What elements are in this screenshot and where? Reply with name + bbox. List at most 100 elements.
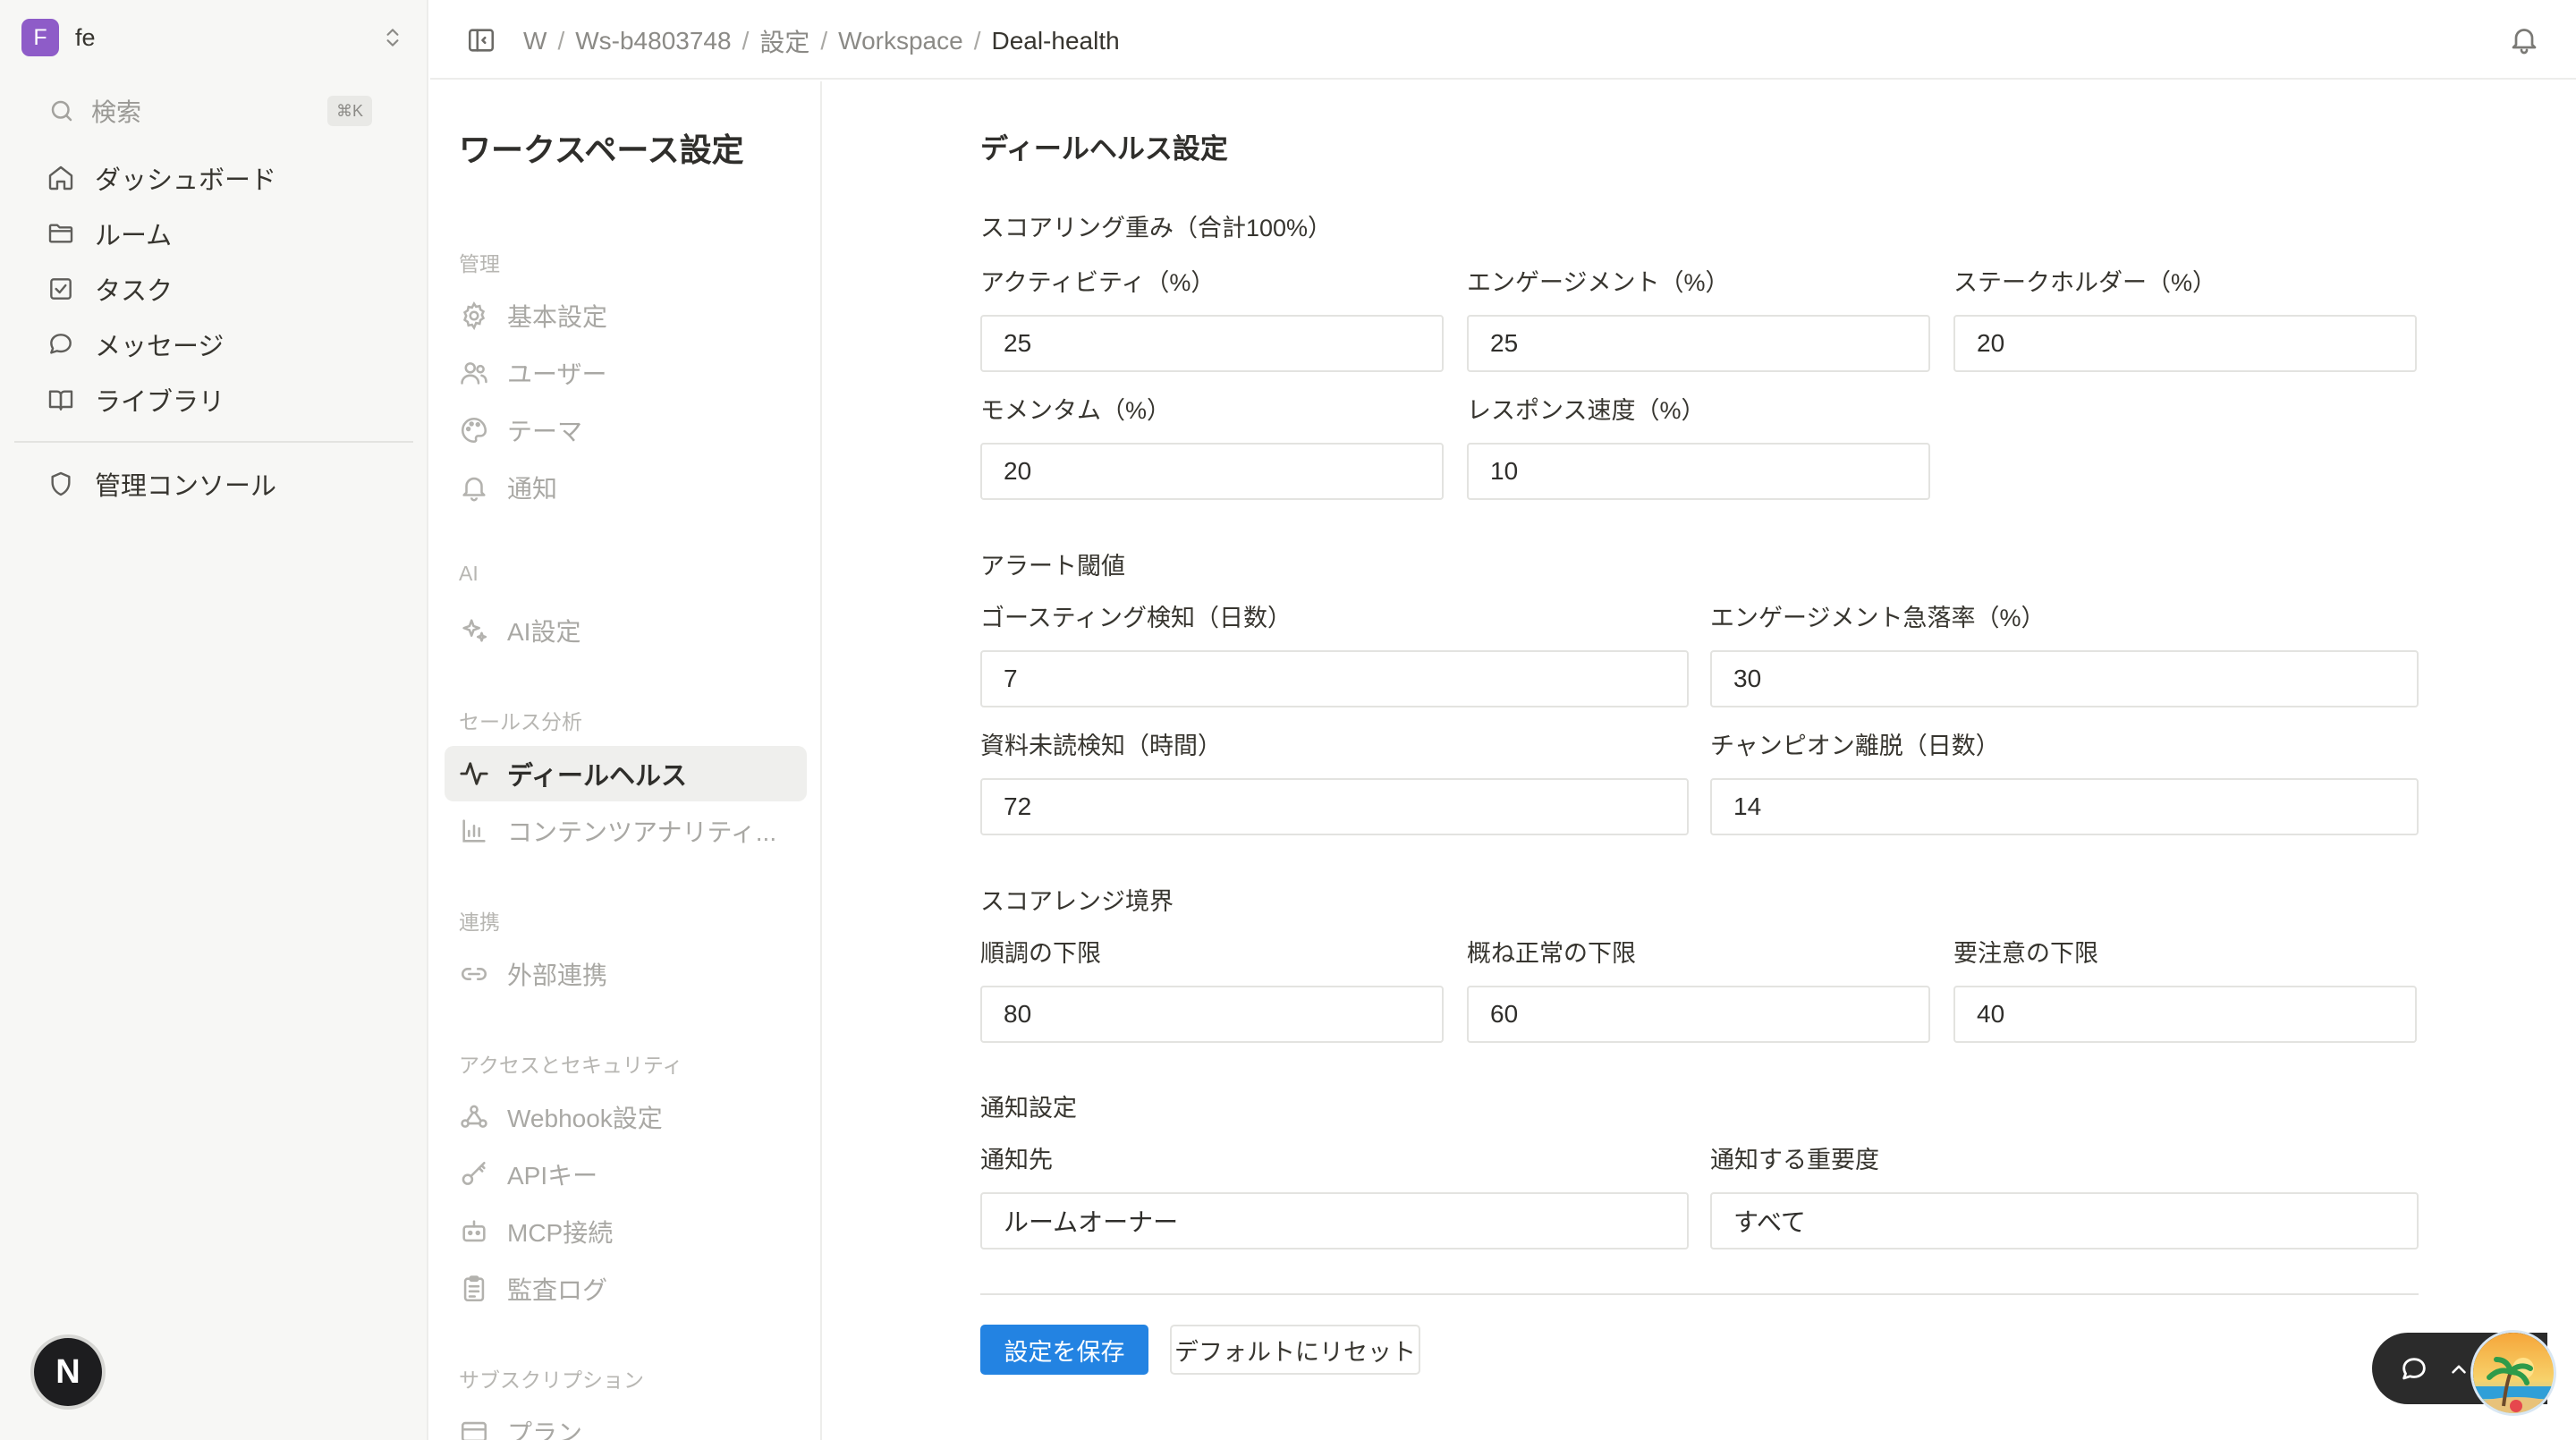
- sidebar-item-admin-console[interactable]: 管理コンソール: [36, 456, 394, 512]
- breadcrumb-item[interactable]: W: [523, 27, 547, 55]
- settings-item-integrations[interactable]: 外部連携: [445, 946, 807, 1002]
- chevron-up-down-icon[interactable]: [381, 26, 404, 49]
- engagement-drop-input[interactable]: 30: [1710, 650, 2419, 707]
- ghosting-days-input[interactable]: 7: [980, 650, 1689, 707]
- notify-severity-select[interactable]: すべて: [1710, 1192, 2419, 1249]
- form-divider: [980, 1293, 2419, 1295]
- clipboard-icon: [459, 1274, 489, 1304]
- settings-item-webhook[interactable]: Webhook設定: [445, 1089, 807, 1145]
- webhook-icon: [459, 1102, 489, 1132]
- shield-icon: [47, 470, 75, 498]
- search-button[interactable]: 検索 ⌘K: [36, 89, 385, 132]
- bar-chart-icon: [459, 816, 489, 846]
- settings-group-label: AI: [459, 562, 479, 585]
- sidebar-toggle-icon[interactable]: [466, 25, 496, 55]
- app-sidebar: F fe 検索 ⌘K ダッシュボード ルーム タスク メッセージ ライブラリ 管…: [0, 0, 428, 1440]
- settings-item-audit-log[interactable]: 監査ログ: [445, 1261, 807, 1317]
- settings-title: ワークスペース設定: [459, 131, 744, 168]
- assistant-avatar[interactable]: [2470, 1330, 2556, 1416]
- dev-tools-badge[interactable]: N: [34, 1338, 102, 1406]
- users-icon: [459, 358, 489, 388]
- field-label: 順調の下限: [980, 940, 1101, 967]
- book-icon: [47, 385, 75, 414]
- chat-bubble-icon: [47, 330, 75, 359]
- gear-icon: [459, 301, 489, 331]
- engagement-weight-input[interactable]: 25: [1467, 315, 1930, 372]
- sidebar-item-label: 管理コンソール: [95, 472, 277, 501]
- momentum-weight-input[interactable]: 20: [980, 443, 1444, 500]
- sidebar-item-label: ルーム: [95, 222, 173, 250]
- range-caution-input[interactable]: 40: [1953, 986, 2417, 1043]
- champion-days-input[interactable]: 14: [1710, 778, 2419, 835]
- range-good-input[interactable]: 80: [980, 986, 1444, 1043]
- bell-icon[interactable]: [2508, 23, 2540, 55]
- sidebar-admin: 管理コンソール: [36, 456, 394, 512]
- field-label: 要注意の下限: [1953, 940, 2098, 967]
- field-label: エンゲージメント急落率（%）: [1710, 605, 2046, 631]
- settings-item-deal-health[interactable]: ディールヘルス: [445, 746, 807, 801]
- sidebar-item-dashboard[interactable]: ダッシュボード: [36, 150, 394, 206]
- settings-item-label: AI設定: [507, 618, 581, 646]
- palette-icon: [459, 415, 489, 445]
- reset-defaults-button[interactable]: デフォルトにリセット: [1170, 1325, 1420, 1375]
- settings-nav: ワークスペース設定 管理 基本設定 ユーザー テーマ 通知 AI AI設定 セー…: [430, 81, 822, 1440]
- search-shortcut-badge: ⌘K: [327, 96, 372, 126]
- breadcrumb: W / Ws-b4803748 / 設定 / Workspace / Deal-…: [523, 23, 1120, 59]
- notify-target-select[interactable]: ルームオーナー: [980, 1192, 1689, 1249]
- field-activity: アクティビティ（%） 25: [980, 267, 1444, 372]
- sidebar-item-label: タスク: [95, 277, 174, 306]
- settings-item-label: APIキー: [507, 1162, 598, 1190]
- field-label: ゴースティング検知（日数）: [980, 605, 1292, 631]
- field-label: 通知先: [980, 1147, 1053, 1173]
- search-label: 検索: [91, 98, 142, 126]
- workspace-switcher[interactable]: F fe: [13, 13, 413, 63]
- sidebar-divider: [14, 441, 413, 443]
- sparkles-icon: [459, 615, 489, 646]
- sidebar-item-library[interactable]: ライブラリ: [36, 372, 394, 428]
- breadcrumb-item[interactable]: Ws-b4803748: [575, 27, 731, 55]
- settings-item-users[interactable]: ユーザー: [445, 345, 807, 401]
- field-range-normal: 概ね正常の下限 60: [1467, 937, 1930, 1043]
- field-champion: チャンピオン離脱（日数） 14: [1710, 730, 2419, 835]
- range-normal-input[interactable]: 60: [1467, 986, 1930, 1043]
- settings-item-label: 基本設定: [507, 303, 608, 331]
- sidebar-item-label: ダッシュボード: [95, 166, 277, 195]
- settings-group-label: セールス分析: [459, 710, 582, 733]
- settings-item-theme[interactable]: テーマ: [445, 402, 807, 458]
- settings-item-label: ユーザー: [507, 360, 607, 388]
- field-label: 資料未読検知（時間）: [980, 733, 1222, 759]
- settings-item-notifications[interactable]: 通知: [445, 460, 807, 515]
- section-title-ranges: スコアレンジ境界: [980, 888, 1174, 915]
- field-range-good: 順調の下限 80: [980, 937, 1444, 1043]
- settings-item-mcp[interactable]: MCP接続: [445, 1204, 807, 1259]
- unread-hours-input[interactable]: 72: [980, 778, 1689, 835]
- stakeholder-weight-input[interactable]: 20: [1953, 315, 2417, 372]
- sidebar-item-messages[interactable]: メッセージ: [36, 317, 394, 372]
- settings-item-ai[interactable]: AI設定: [445, 603, 807, 658]
- settings-item-general[interactable]: 基本設定: [445, 288, 807, 343]
- field-engagement-drop: エンゲージメント急落率（%） 30: [1710, 602, 2419, 707]
- sidebar-item-rooms[interactable]: ルーム: [36, 206, 394, 261]
- field-notify-target: 通知先 ルームオーナー: [980, 1144, 1689, 1249]
- field-label: アクティビティ（%）: [980, 269, 1216, 296]
- sidebar-item-tasks[interactable]: タスク: [36, 261, 394, 317]
- breadcrumb-item[interactable]: Workspace: [838, 27, 963, 55]
- breadcrumb-current: Deal-health: [991, 27, 1120, 55]
- breadcrumb-separator: /: [820, 27, 828, 55]
- sidebar-nav: ダッシュボード ルーム タスク メッセージ ライブラリ: [36, 150, 394, 428]
- save-button[interactable]: 設定を保存: [980, 1325, 1148, 1375]
- settings-item-plan[interactable]: プラン: [445, 1404, 807, 1440]
- link-icon: [459, 959, 489, 989]
- field-label: ステークホルダー（%）: [1953, 269, 2217, 296]
- card-icon: [459, 1417, 489, 1440]
- section-title-alerts: アラート閾値: [980, 553, 1125, 580]
- settings-item-api-keys[interactable]: APIキー: [445, 1147, 807, 1202]
- activity-weight-input[interactable]: 25: [980, 315, 1444, 372]
- field-label: エンゲージメント（%）: [1467, 269, 1730, 296]
- field-label: 概ね正常の下限: [1467, 940, 1636, 967]
- home-icon: [47, 164, 75, 192]
- breadcrumb-item[interactable]: 設定: [759, 23, 809, 59]
- settings-item-content-analytics[interactable]: コンテンツアナリティ...: [445, 803, 807, 859]
- field-momentum: モメンタム（%） 20: [980, 394, 1444, 500]
- response-speed-weight-input[interactable]: 10: [1467, 443, 1930, 500]
